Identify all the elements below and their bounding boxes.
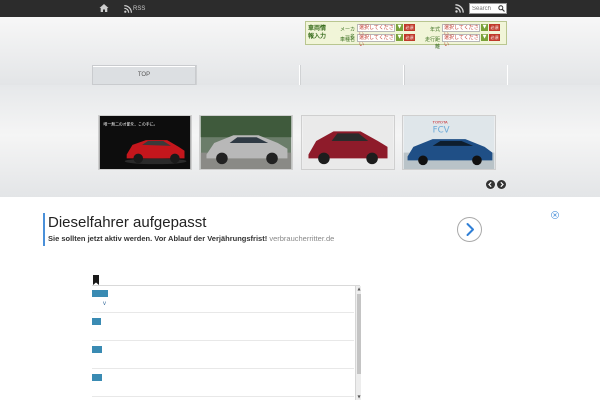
carousel-prev-button[interactable] xyxy=(486,180,495,189)
bookmark-icon xyxy=(93,275,99,285)
scroll-thumb[interactable] xyxy=(357,294,361,374)
year-required-badge: 必須 xyxy=(489,24,500,31)
vehicle-info-form: 車両情報入力 メーカー名 選択してください ▼ 必須 車種名 選択してください … xyxy=(305,21,507,50)
model-select[interactable]: 選択してください xyxy=(357,34,395,48)
chevron-right-icon xyxy=(466,223,474,236)
rss-link[interactable]: RSS xyxy=(124,3,145,14)
search-box xyxy=(469,3,507,14)
ad-body: Sie sollten jetzt aktiv werden. Vor Abla… xyxy=(48,234,268,243)
ad-domain[interactable]: verbraucherritter.de xyxy=(269,234,334,243)
carousel-slide-3[interactable] xyxy=(301,115,395,170)
list-item[interactable]: v xyxy=(92,286,354,313)
slide-caption: FCV xyxy=(433,125,450,135)
slide-image xyxy=(200,116,292,169)
scroll-down-icon[interactable]: ▼ xyxy=(356,394,362,400)
mileage-required-badge: 必須 xyxy=(489,34,500,41)
ad-text: Sie sollten jetzt aktiv werden. Vor Abla… xyxy=(48,234,334,243)
list-item[interactable] xyxy=(92,370,354,397)
advertisement[interactable]: Dieselfahrer aufgepasst Sie sollten jetz… xyxy=(0,197,600,259)
close-icon[interactable] xyxy=(551,211,559,219)
nav-tab-2[interactable] xyxy=(196,65,300,85)
vehicle-form-title: 車両情報入力 xyxy=(308,25,327,40)
featured-carousel: 唯一無二の才能を、この手に。 TOYOTA FCV xyxy=(0,85,600,197)
ad-accent-bar xyxy=(43,213,45,246)
slide-image xyxy=(302,116,394,169)
maker-select[interactable]: 選択してください xyxy=(357,24,395,38)
model-select-arrow-icon[interactable]: ▼ xyxy=(396,34,403,41)
year-select-arrow-icon[interactable]: ▼ xyxy=(481,24,488,31)
top-bar: RSS xyxy=(0,0,600,17)
nav-tab-label: TOP xyxy=(137,72,151,78)
nav-tab-4[interactable] xyxy=(404,65,508,85)
carousel-slide-2[interactable] xyxy=(199,115,293,170)
list-item-text: v xyxy=(103,301,106,307)
search-input[interactable] xyxy=(472,4,496,13)
list-item[interactable] xyxy=(92,342,354,369)
model-label: 車種名 xyxy=(339,37,355,43)
list-scrollbar[interactable]: ▲ ▼ xyxy=(355,286,361,400)
main-nav: TOP xyxy=(92,65,508,85)
category-tag[interactable] xyxy=(92,318,101,325)
slide-image: TOYOTA FCV xyxy=(403,116,495,169)
slide-image: 唯一無二の才能を、この手に。 xyxy=(99,116,191,169)
carousel-slide-4[interactable]: TOYOTA FCV xyxy=(402,115,496,170)
rss-label: RSS xyxy=(133,5,146,12)
carousel-slide-1[interactable]: 唯一無二の才能を、この手に。 xyxy=(98,115,192,170)
ad-title[interactable]: Dieselfahrer aufgepasst xyxy=(48,214,206,231)
maker-required-badge: 必須 xyxy=(404,24,415,31)
maker-select-arrow-icon[interactable]: ▼ xyxy=(396,24,403,31)
ad-open-button[interactable] xyxy=(457,217,482,242)
scroll-up-icon[interactable]: ▲ xyxy=(356,286,362,292)
arrow-left-icon xyxy=(488,181,492,188)
category-tag[interactable] xyxy=(92,374,102,381)
model-required-badge: 必須 xyxy=(404,34,415,41)
article-list: v xyxy=(92,285,360,400)
nav-tab-3[interactable] xyxy=(300,65,404,85)
rss-icon[interactable] xyxy=(455,4,464,13)
year-label: 年式 xyxy=(429,27,440,33)
category-tag[interactable] xyxy=(92,290,108,297)
year-select[interactable]: 選択してください xyxy=(442,24,480,38)
rss-icon xyxy=(124,4,132,13)
slide-caption: 唯一無二の才能を、この手に。 xyxy=(104,122,158,127)
carousel-next-button[interactable] xyxy=(497,180,506,189)
list-item[interactable] xyxy=(92,314,354,341)
home-icon[interactable] xyxy=(99,3,109,13)
search-icon[interactable] xyxy=(498,5,505,12)
slide-brand: TOYOTA xyxy=(432,120,448,125)
mileage-label: 走行距離 xyxy=(424,37,440,50)
arrow-right-icon xyxy=(500,181,504,188)
mileage-select-arrow-icon[interactable]: ▼ xyxy=(481,34,488,41)
category-tag[interactable] xyxy=(92,346,102,353)
nav-tab-top[interactable]: TOP xyxy=(92,65,196,85)
mileage-select[interactable]: 選択してください xyxy=(442,34,480,48)
